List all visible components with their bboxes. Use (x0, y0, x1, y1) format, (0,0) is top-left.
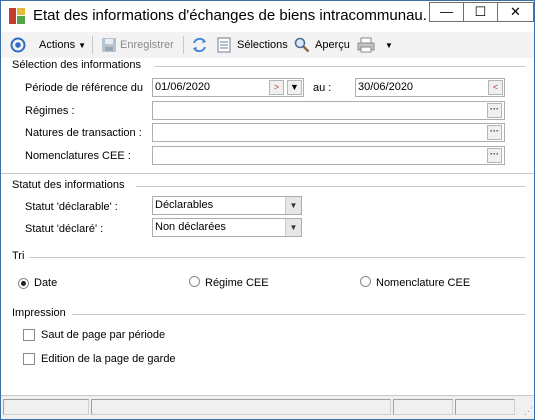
status-panel (393, 399, 453, 415)
tri-nomenclature-label[interactable]: Nomenclature CEE (376, 277, 470, 289)
toolbar: Actions ▼ Enregistrer Sélections Aperçu … (1, 32, 534, 58)
chevron-down-icon[interactable]: ▼ (285, 219, 301, 236)
resize-grip-icon[interactable]: ⋰ (524, 406, 533, 417)
status-panel (3, 399, 89, 415)
refresh-icon[interactable] (191, 37, 208, 55)
selections-button[interactable]: Sélections (237, 36, 288, 54)
minimize-button[interactable]: — (429, 2, 464, 22)
window: Etat des informations d'échanges de bien… (0, 0, 535, 420)
maximize-button[interactable]: ☐ (463, 2, 498, 22)
tri-date-radio[interactable] (18, 278, 29, 289)
declare-select[interactable]: Non déclarées (152, 218, 302, 237)
close-button[interactable]: ✕ (497, 2, 534, 22)
impression-divider (72, 314, 525, 315)
toolbar-separator (183, 36, 184, 54)
save-icon (101, 37, 117, 55)
declarable-value: Déclarables (155, 199, 214, 211)
tri-date-label[interactable]: Date (34, 277, 57, 289)
status-panel (455, 399, 515, 415)
status-bar: ⋰ (1, 395, 534, 419)
periode-to-input[interactable]: 30/06/2020 (355, 78, 505, 97)
declare-value: Non déclarées (155, 221, 226, 233)
statut-divider (136, 186, 525, 187)
apercu-button[interactable]: Aperçu (315, 36, 350, 54)
app-logo-icon (9, 8, 25, 24)
natures-input[interactable] (152, 123, 505, 142)
chevron-down-icon[interactable]: ▼ (287, 80, 302, 95)
periode-label: Période de référence du (25, 82, 144, 94)
nomenclatures-input[interactable] (152, 146, 505, 165)
title-bar[interactable]: Etat des informations d'échanges de bien… (1, 1, 534, 31)
declarable-select[interactable]: Déclarables (152, 196, 302, 215)
periode-to-value: 30/06/2020 (358, 81, 414, 93)
calendar-jump-icon[interactable]: > (269, 80, 284, 95)
tri-regime-label[interactable]: Régime CEE (205, 277, 269, 289)
regimes-input[interactable] (152, 101, 505, 120)
au-label: au : (313, 82, 332, 94)
status-panel (91, 399, 391, 415)
natures-label: Natures de transaction : (25, 127, 142, 139)
nomenclatures-browse-button[interactable]: ··· (487, 148, 502, 163)
periode-from-value: 01/06/2020 (155, 81, 211, 93)
section-divider (1, 173, 534, 174)
actions-label: Actions (39, 39, 76, 51)
edition-garde-label[interactable]: Edition de la page de garde (41, 353, 176, 365)
declare-label: Statut 'déclaré' : (25, 223, 104, 235)
regimes-browse-button[interactable]: ··· (487, 103, 502, 118)
window-title: Etat des informations d'échanges de bien… (33, 7, 428, 24)
target-icon[interactable] (10, 37, 26, 55)
edition-garde-checkbox[interactable] (23, 353, 35, 365)
document-icon (217, 37, 231, 55)
magnifier-icon (294, 37, 310, 55)
impression-section-title: Impression (12, 307, 66, 319)
chevron-down-icon: ▼ (78, 41, 87, 50)
enregistrer-button[interactable]: Enregistrer (120, 36, 174, 54)
chevron-down-icon[interactable]: ▼ (285, 197, 301, 214)
print-dropdown-icon[interactable]: ▼ (385, 36, 393, 54)
saut-page-label[interactable]: Saut de page par période (41, 329, 165, 341)
selection-divider (155, 66, 525, 67)
selection-section-title: Sélection des informations (12, 59, 142, 71)
saut-page-checkbox[interactable] (23, 329, 35, 341)
nomenclatures-label: Nomenclatures CEE : (25, 150, 131, 162)
tri-regime-radio[interactable] (189, 276, 200, 287)
declarable-label: Statut 'déclarable' : (25, 201, 118, 213)
tri-divider (29, 257, 525, 258)
printer-icon[interactable] (357, 37, 375, 55)
natures-browse-button[interactable]: ··· (487, 125, 502, 140)
calendar-clear-icon[interactable]: < (488, 80, 503, 95)
statut-section-title: Statut des informations (12, 179, 125, 191)
toolbar-separator (92, 36, 93, 54)
regimes-label: Régimes : (25, 105, 75, 117)
tri-nomenclature-radio[interactable] (360, 276, 371, 287)
tri-section-title: Tri (12, 250, 25, 262)
actions-menu-button[interactable]: Actions ▼ (39, 36, 86, 54)
